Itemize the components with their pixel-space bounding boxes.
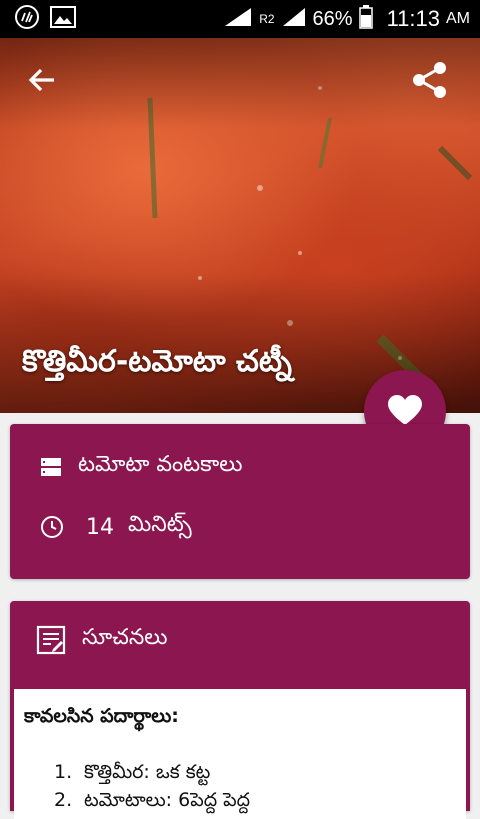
share-icon (413, 62, 446, 98)
list-item: 1. కొత్తిమీర: ఒక కట్ట (54, 761, 250, 789)
list-item-number: 1. (54, 761, 73, 783)
category-row[interactable]: టమోటా వంటకాలు (40, 452, 242, 482)
back-button[interactable] (24, 62, 60, 98)
list-item-text: కొత్తిమీర: ఒక కట్ట (84, 761, 211, 783)
battery-percent: 66% (312, 7, 353, 30)
hero-top-shade (0, 38, 480, 128)
signal-icon (223, 6, 253, 33)
signal-label: R2 (259, 12, 275, 26)
ingredients-list: 1. కొత్తిమీర: ఒక కట్ట 2. టమోటాలు: 6పెద్ద… (54, 761, 250, 817)
recipe-hero-image: కొత్తిమీర-టమోటా చట్నీ (0, 38, 480, 413)
instructions-card: సూచనలు కావలసిన పదార్థాలు: 1. కొత్తిమీర: … (10, 601, 470, 819)
clock-icon (41, 516, 63, 538)
battery-icon (358, 4, 373, 34)
recipe-title: కొత్తిమీర-టమోటా చట్నీ (22, 344, 292, 379)
time-unit: మినిట్స్ (128, 512, 192, 537)
whatsapp-icon (14, 4, 40, 34)
time-row: 14 మినిట్స్ (40, 512, 192, 542)
status-bar: R2 66% 11:13 AM (0, 0, 480, 38)
signal-icon-2 (281, 6, 307, 33)
recipe-info-card: టమోటా వంటకాలు 14 మినిట్స్ (10, 424, 470, 579)
status-right: R2 66% 11:13 AM (223, 4, 480, 34)
ingredients-heading: కావలసిన పదార్థాలు: (24, 705, 179, 727)
notes-edit-icon (36, 625, 66, 655)
list-item-text: టమోటాలు: 6పెద్ద పెద్ద (84, 789, 251, 811)
list-item-number: 2. (54, 789, 73, 811)
category-label: టమోటా వంటకాలు (78, 452, 243, 477)
heart-icon (388, 395, 422, 425)
back-arrow-icon (28, 68, 54, 92)
instructions-header: సూచనలు (36, 625, 168, 655)
list-item: 2. టమోటాలు: 6పెద్ద పెద్ద (54, 789, 250, 817)
gallery-icon (50, 5, 76, 33)
status-left (0, 4, 76, 34)
instructions-title: సూచనలు (82, 625, 168, 650)
time-value: 14 (86, 514, 114, 540)
category-icon (41, 458, 61, 476)
clock-time: 11:13 (386, 6, 440, 31)
clock-ampm: AM (446, 10, 470, 27)
share-button[interactable] (410, 60, 450, 100)
